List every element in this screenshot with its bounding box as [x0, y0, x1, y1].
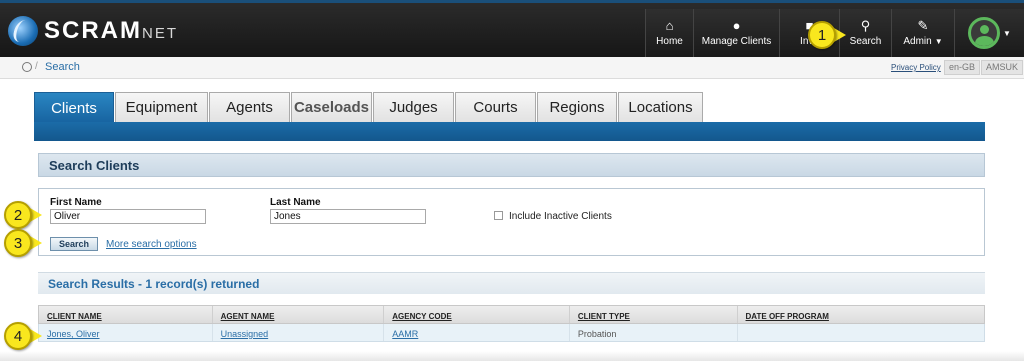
home-icon: ⌂	[665, 18, 674, 33]
privacy-policy-link[interactable]: Privacy Policy	[891, 63, 941, 72]
search-icon: ⚲	[860, 18, 871, 33]
agency-code-link[interactable]: AAMR	[384, 324, 570, 341]
callout-2: 2	[4, 201, 32, 229]
table-row[interactable]: Jones, Oliver Unassigned AAMR Probation	[38, 324, 985, 342]
column-header-agency-code[interactable]: AGENCY CODE	[384, 306, 570, 323]
more-search-options-link[interactable]: More search options	[106, 239, 197, 250]
results-table: CLIENT NAME AGENT NAME AGENCY CODE CLIEN…	[38, 305, 985, 342]
tab-locations[interactable]: Locations	[618, 92, 703, 122]
search-button[interactable]: Search	[50, 237, 98, 251]
tab-judges[interactable]: Judges	[373, 92, 454, 122]
logo-text: SCRAMNET	[44, 17, 178, 45]
logo-text-suffix: NET	[142, 25, 178, 42]
avatar-icon	[968, 17, 1001, 49]
nav-search-label: Search	[849, 36, 882, 47]
last-name-label: Last Name	[270, 197, 321, 208]
column-header-client-name[interactable]: CLIENT NAME	[39, 306, 213, 323]
tab-clients[interactable]: Clients	[34, 92, 114, 123]
date-off-program-cell	[738, 324, 984, 341]
tab-caseloads[interactable]: Caseloads	[291, 92, 372, 122]
last-name-input[interactable]	[270, 209, 426, 224]
logo-text-main: SCRAM	[44, 17, 142, 44]
entity-tabs: Clients Equipment Agents Caseloads Judge…	[34, 92, 704, 123]
nav-admin-menu[interactable]: ✎ Admin ▼	[891, 9, 954, 57]
tab-agents[interactable]: Agents	[209, 92, 290, 122]
scramnet-logo[interactable]: SCRAMNET	[8, 13, 178, 49]
include-inactive-label[interactable]: Include Inactive Clients	[509, 211, 612, 222]
nav-manage-clients-button[interactable]: ● Manage Clients	[693, 9, 779, 57]
column-header-client-type[interactable]: CLIENT TYPE	[570, 306, 738, 323]
home-icon[interactable]	[22, 62, 32, 72]
search-clients-header: Search Clients	[38, 153, 985, 177]
user-menu[interactable]: ▼	[954, 9, 1024, 57]
first-name-input[interactable]	[50, 209, 206, 224]
page-bottom-edge	[0, 351, 1024, 361]
tab-equipment[interactable]: Equipment	[115, 92, 208, 122]
column-header-agent-name[interactable]: AGENT NAME	[213, 306, 385, 323]
results-table-header: CLIENT NAME AGENT NAME AGENCY CODE CLIEN…	[38, 305, 985, 324]
search-results-header: Search Results - 1 record(s) returned	[38, 272, 985, 294]
breadcrumb-current[interactable]: Search	[45, 61, 80, 73]
page: SCRAMNET ⌂ Home ● Manage Clients ■ Inve …	[0, 0, 1024, 361]
tab-strip	[34, 122, 985, 141]
callout-1: 1	[808, 21, 836, 49]
nav-manage-clients-label: Manage Clients	[701, 36, 772, 47]
search-clients-title: Search Clients	[49, 158, 140, 173]
locale-badge[interactable]: en-GB	[944, 60, 981, 75]
user-icon: ●	[732, 18, 741, 33]
tab-courts[interactable]: Courts	[455, 92, 536, 122]
tab-regions[interactable]: Regions	[537, 92, 617, 122]
nav-home-label: Home	[656, 36, 683, 47]
agent-name-link[interactable]: Unassigned	[213, 324, 385, 341]
first-name-label: First Name	[50, 197, 102, 208]
column-header-date-off-program[interactable]: DATE OFF PROGRAM	[738, 306, 984, 323]
org-badge[interactable]: AMSUK	[981, 60, 1024, 75]
client-type-cell: Probation	[570, 324, 738, 341]
include-inactive-checkbox[interactable]	[494, 211, 503, 220]
nav-admin-label: Admin	[903, 36, 932, 47]
nav-home-button[interactable]: ⌂ Home	[645, 9, 693, 57]
callout-3: 3	[4, 229, 32, 257]
breadcrumb: / Search Privacy Policy en-GB AMSUK	[0, 57, 1024, 79]
chevron-down-icon: ▼	[1003, 28, 1011, 38]
nav-search-button[interactable]: ⚲ Search	[839, 9, 891, 57]
top-navbar: SCRAMNET ⌂ Home ● Manage Clients ■ Inve …	[0, 0, 1024, 57]
search-results-title: Search Results - 1 record(s) returned	[48, 277, 260, 291]
chevron-down-icon: ▼	[934, 37, 943, 46]
callout-4: 4	[4, 322, 32, 350]
client-name-link[interactable]: Jones, Oliver	[39, 324, 213, 341]
nav-admin-row: Admin ▼	[903, 36, 942, 47]
logo-icon	[8, 16, 38, 46]
wrench-icon: ✎	[917, 18, 929, 33]
breadcrumb-separator: /	[35, 61, 38, 72]
search-form: First Name Last Name Include Inactive Cl…	[38, 188, 985, 256]
